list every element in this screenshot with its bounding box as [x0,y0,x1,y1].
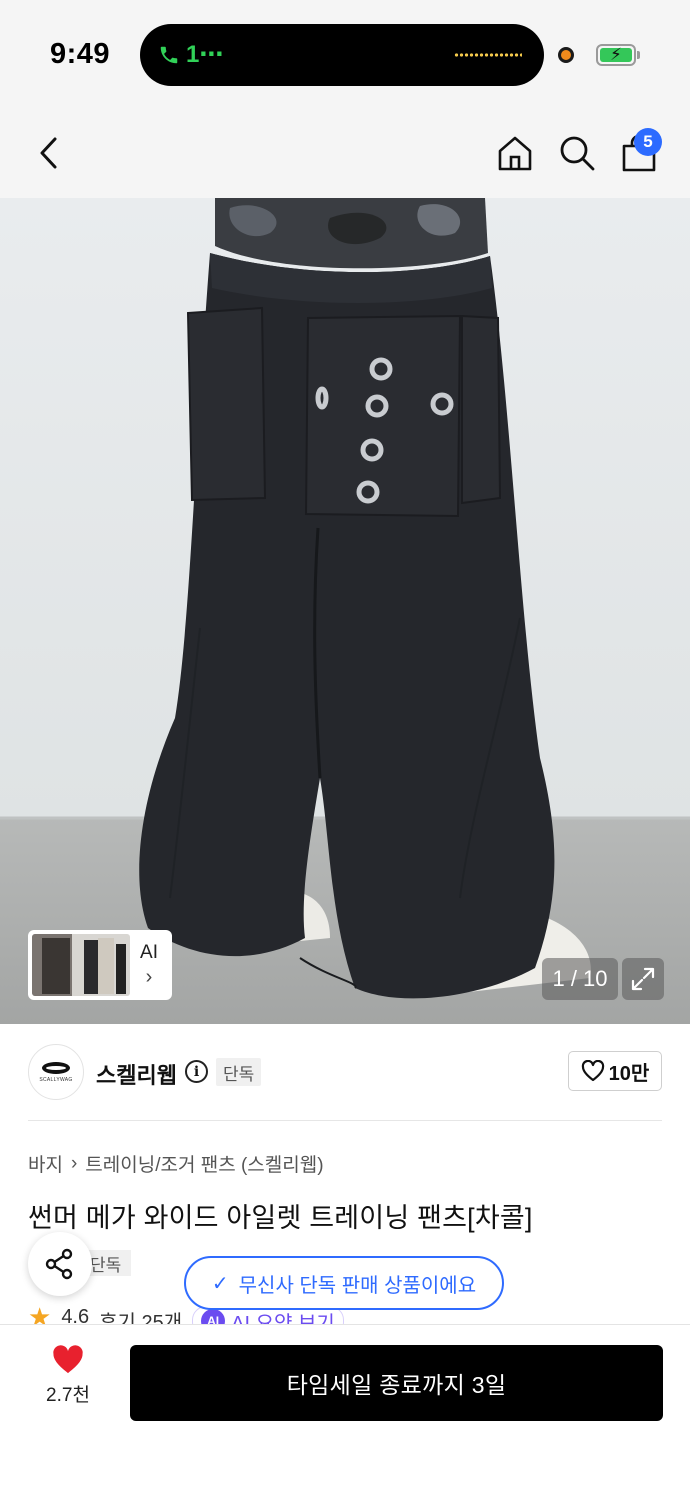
product-photo[interactable] [0,198,690,1024]
ai-similar-thumbnail[interactable]: AI › [28,930,172,1000]
brand-name[interactable]: 스켈리웹 [96,1058,177,1090]
brand-like-button[interactable]: 10만 [568,1051,662,1091]
recording-dot-icon [558,47,574,63]
thumbnail-image [32,934,130,996]
battery-charging-icon: ⚡ [596,44,636,66]
battery-cap [637,51,640,59]
status-time: 9:49 [50,38,111,70]
brand-like-count: 10만 [608,1062,650,1085]
status-bar: 9:49 1⋯ ⚡ [0,0,690,110]
breadcrumb-separator: › [70,1152,78,1174]
star-icon: ★ [28,1306,52,1326]
phone-icon [160,46,178,63]
exclusive-toast: ✓ 무신사 단독 판매 상품이에요 [184,1256,504,1310]
buy-button[interactable]: 타임세일 종료까지 3일 [130,1345,663,1421]
expand-icon [631,967,655,991]
wishlist-count: 2.7천 [46,1385,90,1406]
info-icon[interactable]: i [185,1060,208,1083]
review-count[interactable]: 후기 25개 [99,1306,182,1326]
cart-count-badge: 5 [634,128,662,156]
product-image-gallery[interactable] [0,198,690,1024]
home-icon [498,136,532,171]
heart-outline-icon [581,1060,604,1082]
wishlist-button[interactable]: 2.7천 [30,1344,106,1420]
divider [28,1120,662,1121]
heart-filled-icon [53,1345,83,1374]
back-arrow-icon [40,137,57,169]
brand-logo-text: SCALLYWAG [39,1076,73,1083]
share-button[interactable] [28,1232,92,1296]
expand-button[interactable] [622,958,664,1000]
breadcrumb: 바지 › 트레이닝/조거 팬츠 (스켈리웹) [28,1150,324,1177]
toast-message: 무신사 단독 판매 상품이에요 [238,1274,477,1297]
search-icon [560,136,595,171]
rating-value: 4.6 [61,1306,90,1326]
search-button[interactable] [552,128,602,178]
back-button[interactable] [24,128,74,178]
brand-logo[interactable]: SCALLYWAG [28,1044,84,1100]
brand-logo-mark [42,1061,70,1074]
share-icon [45,1248,73,1280]
gallery-page-counter: 1 / 10 [542,958,618,1000]
dynamic-island[interactable]: 1⋯ [140,24,544,86]
top-nav-bar [0,110,690,198]
ai-label: AI [140,941,158,963]
breadcrumb-item-pants[interactable]: 바지 [28,1150,63,1177]
ai-thumbnail-side: AI › [130,942,168,989]
chevron-right-icon: › [145,965,153,988]
breadcrumb-item-training[interactable]: 트레이닝/조거 팬츠 (스켈리웹) [85,1150,323,1177]
call-indicator: 1⋯ [158,40,223,69]
exclusive-tag: 단독 [216,1058,262,1086]
audio-waveform-icon [454,52,522,58]
call-duration: 1⋯ [186,41,224,68]
product-title: 썬머 메가 와이드 아일렛 트레이닝 팬츠[차콜] [28,1203,533,1233]
check-icon: ✓ [211,1272,229,1295]
home-button[interactable] [490,128,540,178]
